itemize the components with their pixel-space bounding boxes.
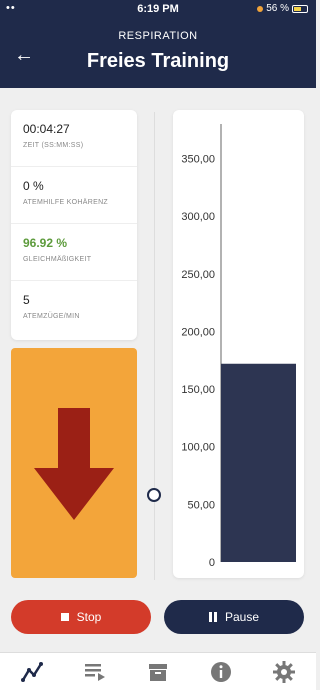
chart-bar: [221, 363, 296, 562]
y-tick-label: 0: [209, 557, 215, 569]
playlist-icon: [84, 663, 105, 681]
stop-icon: [60, 613, 69, 621]
info-icon: [211, 661, 232, 682]
stop-button[interactable]: Stop: [11, 600, 151, 634]
breath-direction-card: [11, 348, 137, 578]
tab-settings[interactable]: [264, 653, 304, 690]
stat-regularity-label: GLEICHMÄßIGKEIT: [23, 256, 92, 263]
stat-regularity-value: 96.92 %: [23, 236, 68, 250]
archive-icon: [148, 663, 167, 681]
settings-icon: [273, 660, 296, 683]
y-tick-label: 300,00: [181, 211, 215, 223]
tab-graph[interactable]: [12, 653, 52, 690]
y-tick-label: 200,00: [181, 326, 215, 338]
stat-coherence: 0 % ATEMHILFE KOHÄRENZ: [11, 167, 137, 224]
stat-coherence-value: 0 %: [23, 179, 44, 193]
stat-breaths-label: ATEMZÜGE/MIN: [23, 313, 80, 320]
stat-time-value: 00:04:27: [23, 122, 70, 136]
y-tick-label: 50,00: [187, 499, 215, 511]
y-tick-label: 350,00: [181, 154, 215, 166]
status-right: 56 %: [257, 3, 308, 14]
stop-label: Stop: [76, 610, 102, 624]
arrow-down-icon: [34, 408, 114, 520]
breath-chart: 0 50,00 100,00 150,00 200,00 250,00 300,00 350,…: [181, 124, 296, 569]
stat-regularity: 96.92 % GLEICHMÄßIGKEIT: [11, 224, 137, 281]
y-tick-label: 250,00: [181, 269, 215, 281]
battery-icon: [292, 4, 308, 13]
pause-icon: [208, 612, 217, 622]
stat-time: 00:04:27 ZEIT (SS:MM:SS): [11, 110, 137, 167]
bottom-tab-bar: [0, 652, 316, 690]
graph-icon: [20, 661, 43, 682]
recording-dot-icon: [257, 5, 264, 12]
tab-info[interactable]: [201, 653, 241, 690]
stats-card: 00:04:27 ZEIT (SS:MM:SS) 0 % ATEMHILFE K…: [11, 110, 137, 340]
breath-slider-knob[interactable]: [147, 488, 161, 502]
y-tick-label: 100,00: [181, 442, 215, 454]
battery-percent: 56 %: [266, 3, 289, 14]
divider: [154, 112, 155, 580]
stat-coherence-label: ATEMHILFE KOHÄRENZ: [23, 199, 109, 206]
y-tick-label: 150,00: [181, 384, 215, 396]
chart-card: 0 50,00 100,00 150,00 200,00 250,00 300,00 350,…: [173, 110, 304, 578]
stat-time-label: ZEIT (SS:MM:SS): [23, 142, 84, 149]
stat-breaths: 5 ATEMZÜGE/MIN: [11, 281, 137, 338]
stat-breaths-value: 5: [23, 293, 30, 307]
page-title: Freies Training: [86, 50, 230, 72]
tab-playlist[interactable]: [75, 653, 115, 690]
page-subtitle: RESPIRATION: [118, 30, 198, 42]
app-header: •• 6:19 PM 56 % ← RESPIRATION Freies Tra…: [0, 0, 316, 88]
tab-archive[interactable]: [138, 653, 178, 690]
pause-label: Pause: [224, 610, 260, 624]
pause-button[interactable]: Pause: [164, 600, 304, 634]
